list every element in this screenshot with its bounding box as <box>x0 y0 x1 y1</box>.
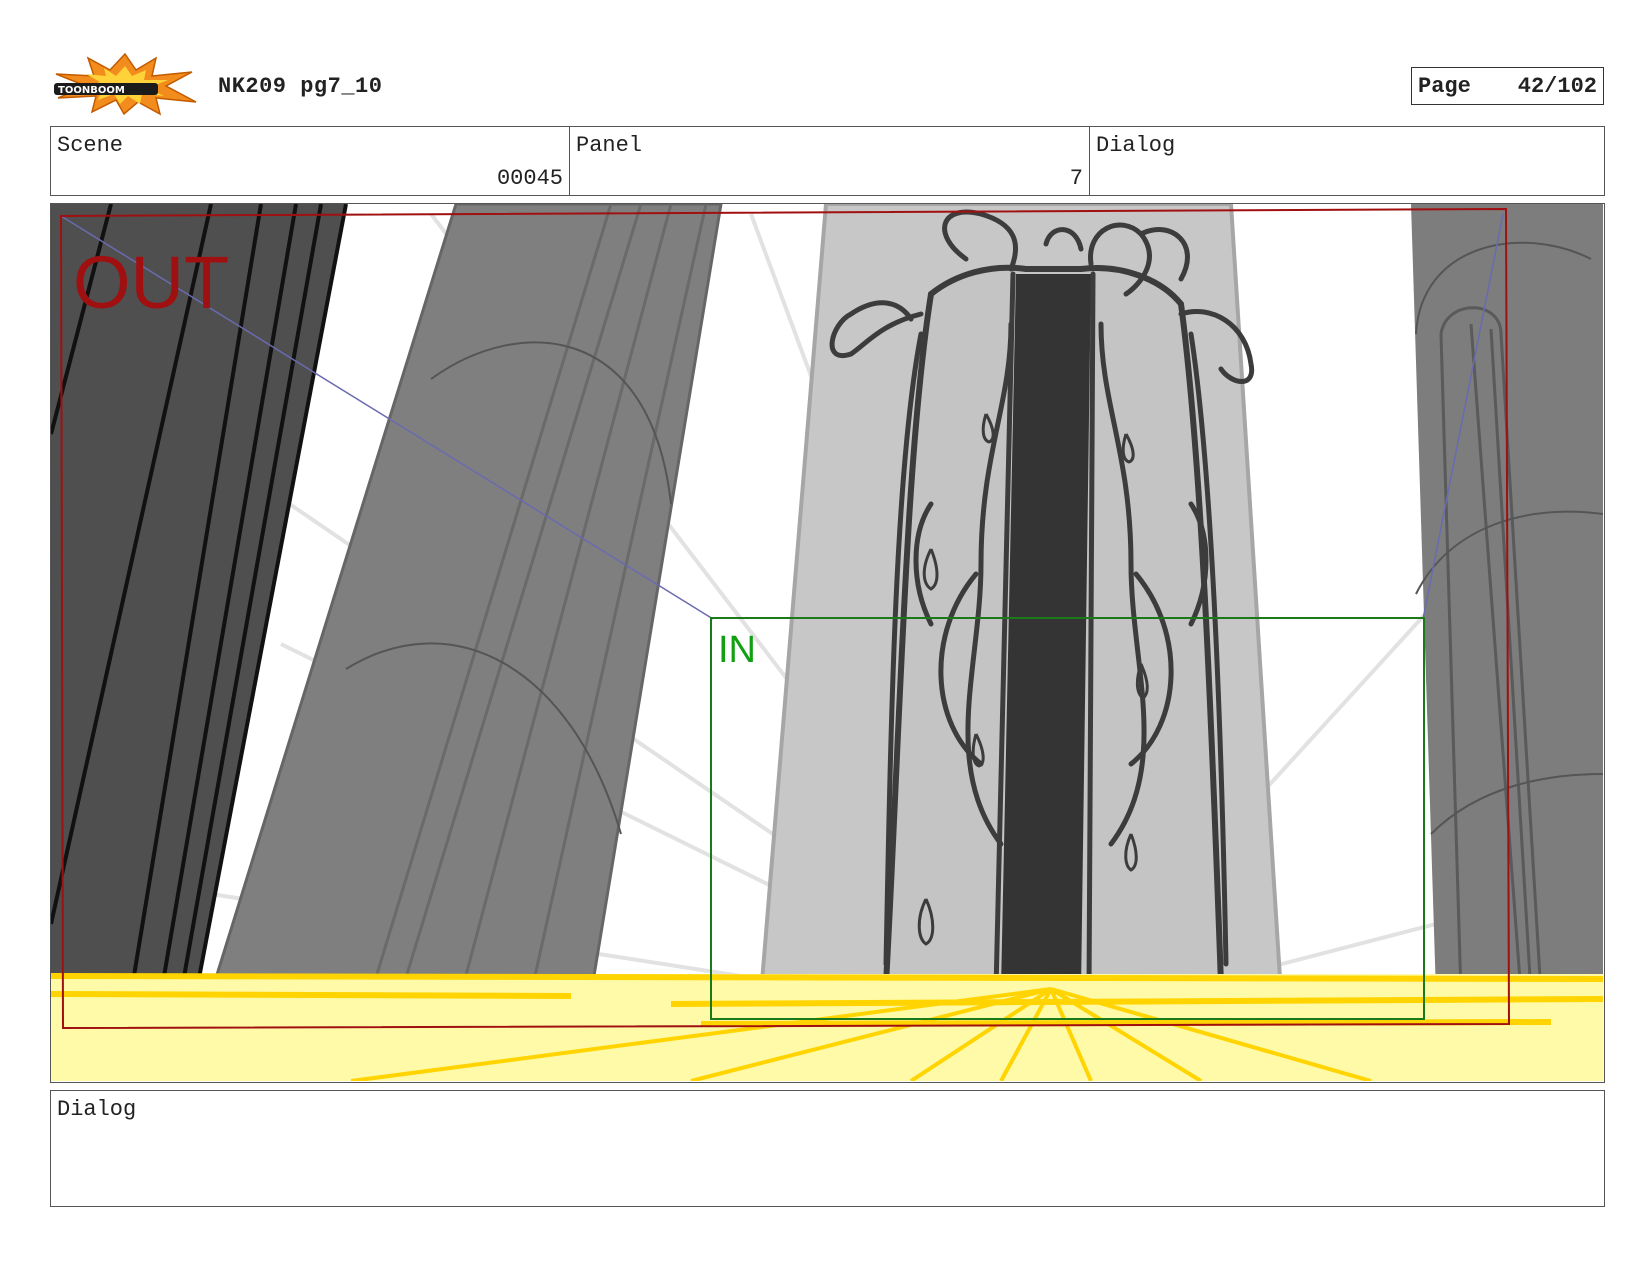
document-title: NK209 pg7_10 <box>218 74 383 99</box>
logo-text: TOONBOOM <box>58 85 125 96</box>
out-label: OUT <box>73 241 229 324</box>
storyboard-panel: OUT IN <box>50 203 1605 1083</box>
panel-cell: Panel 7 <box>570 127 1090 195</box>
toonboom-logo: TOONBOOM <box>52 52 198 116</box>
panel-label: Panel <box>576 133 643 158</box>
dialog-box: Dialog <box>50 1090 1605 1207</box>
dialog-box-label: Dialog <box>57 1097 137 1122</box>
scene-value: 00045 <box>496 166 563 191</box>
scene-label: Scene <box>57 133 124 158</box>
scene-cell: Scene 00045 <box>51 127 570 195</box>
dialog-cell: Dialog <box>1090 127 1604 195</box>
panel-value: 7 <box>1069 166 1083 191</box>
panel-drawing: OUT IN <box>51 204 1603 1081</box>
page-label: Page <box>1418 73 1471 99</box>
page-number: 42/102 <box>1517 73 1597 99</box>
page-indicator: Page 42/102 <box>1411 67 1604 105</box>
dialog-label: Dialog <box>1096 133 1176 158</box>
info-row: Scene 00045 Panel 7 Dialog <box>50 126 1605 196</box>
in-label: IN <box>718 629 756 671</box>
